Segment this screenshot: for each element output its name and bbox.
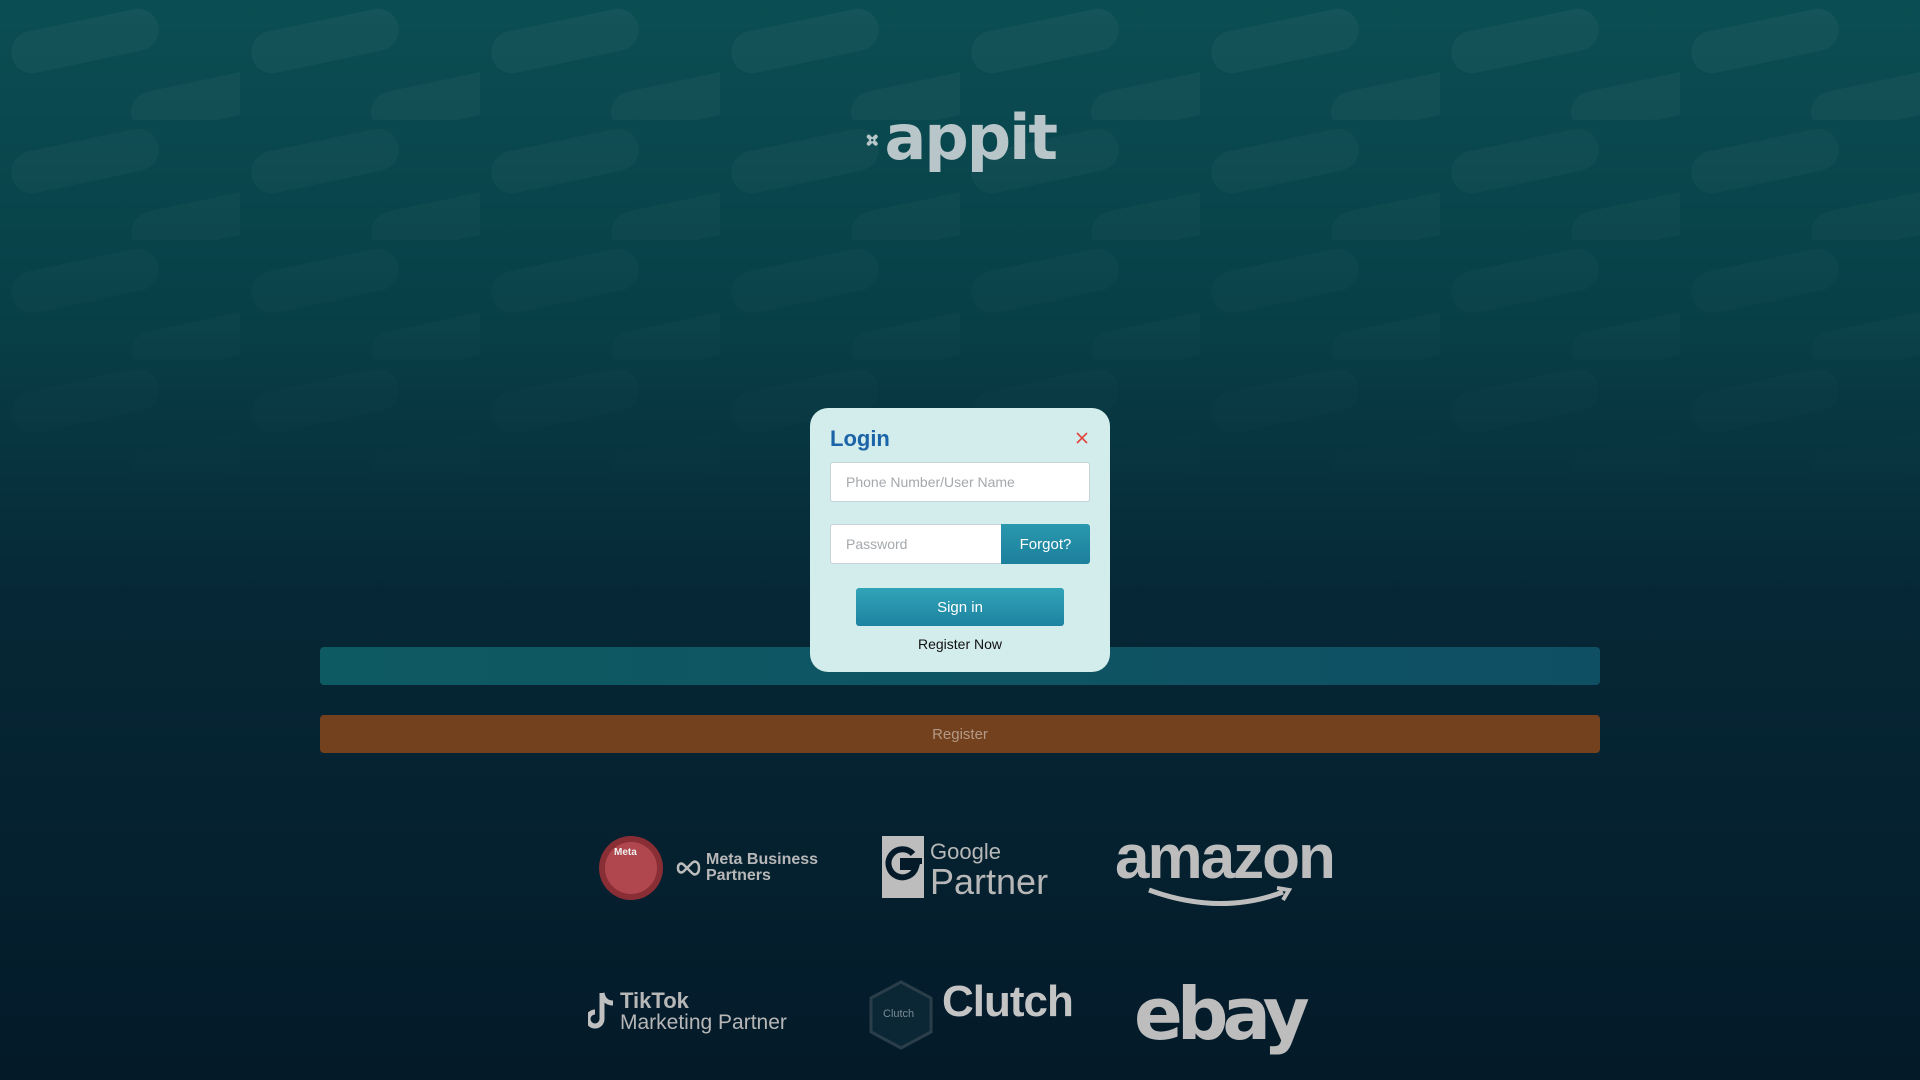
modal-title: Login: [830, 426, 890, 451]
close-icon[interactable]: [1074, 430, 1090, 446]
username-input[interactable]: [830, 462, 1090, 502]
register-now-link[interactable]: Register Now: [810, 636, 1110, 652]
sign-in-button[interactable]: Sign in: [856, 588, 1064, 626]
forgot-password-button[interactable]: Forgot?: [1001, 524, 1090, 564]
password-input[interactable]: [830, 524, 1002, 564]
modal-overlay: Login Forgot? Sign in Register Now: [0, 0, 1920, 1080]
login-modal: Login Forgot? Sign in Register Now: [810, 408, 1110, 672]
